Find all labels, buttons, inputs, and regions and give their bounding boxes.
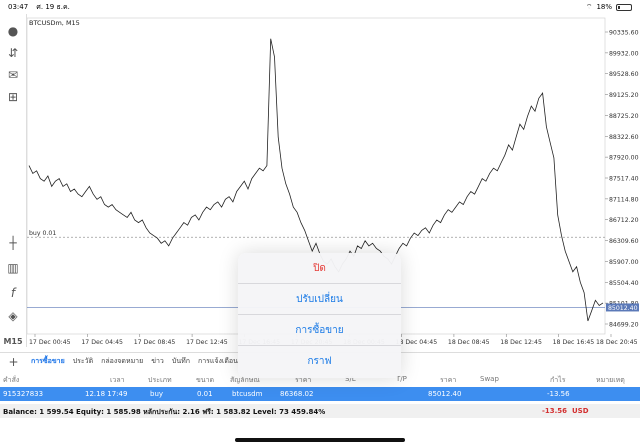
chat-icon[interactable]: ✉ xyxy=(4,66,22,84)
y-tick-label: 87114.80 xyxy=(609,196,639,203)
y-tick-label: 85907.00 xyxy=(609,259,639,266)
menu-trade[interactable]: การซื้อขาย xyxy=(238,315,401,346)
y-tick-label: 89125.20 xyxy=(609,92,639,99)
tab-mailbox[interactable]: กล่องจดหมาย xyxy=(97,356,147,367)
tab-history[interactable]: ประวัติ xyxy=(69,356,97,367)
position-time: 12.18 17:49 xyxy=(85,390,128,398)
position-price: 85012.40 xyxy=(428,390,462,398)
objects-icon[interactable]: ◈ xyxy=(4,307,22,325)
x-tick-label: 18 Dec 20:45 xyxy=(596,339,638,346)
tab-trade[interactable]: การซื้อขาย xyxy=(27,356,69,367)
status-date: ศ. 19 ธ.ค. xyxy=(36,2,70,11)
add-indicator-icon[interactable]: ⊞ xyxy=(4,88,22,106)
buy-level-label: buy 0.01 xyxy=(29,230,56,237)
y-tick-label: 89528.60 xyxy=(609,71,639,78)
balance-profit: -13.56 xyxy=(542,407,568,415)
candles-icon[interactable]: ▥ xyxy=(4,259,22,277)
position-symbol: btcusdm xyxy=(232,390,263,398)
y-tick-label: 87517.40 xyxy=(609,176,639,183)
timeframe-m15[interactable]: M15 xyxy=(3,332,22,350)
position-context-menu: ปิด ปรับเปลี่ยน การซื้อขาย กราฟ xyxy=(238,253,401,378)
chart-toolbar: ● ⇵ ✉ ⊞ ┼ ▥ f ◈ M15 xyxy=(0,14,27,347)
col-price: ราคา xyxy=(440,376,457,384)
status-time: 03:47 xyxy=(8,2,29,11)
y-tick-label: 88725.20 xyxy=(609,113,639,120)
tab-alerts[interactable]: การแจ้งเตือน xyxy=(194,356,242,367)
bottom-area xyxy=(0,418,640,447)
home-indicator[interactable] xyxy=(235,438,405,442)
y-tick-label: 85504.40 xyxy=(609,280,639,287)
col-swap: Swap xyxy=(480,375,499,383)
position-ticket: 915327833 xyxy=(3,390,44,398)
col-type: ประเภท xyxy=(148,376,172,384)
menu-close[interactable]: ปิด xyxy=(238,253,401,284)
status-bar: 03:47 ศ. 19 ธ.ค. ⌔ 18% xyxy=(0,0,640,14)
position-open-price: 86368.02 xyxy=(280,390,314,398)
y-tick-label: 88322.60 xyxy=(609,134,639,141)
x-tick-label: 18 Dec 04:45 xyxy=(396,339,438,346)
x-tick-label: 17 Dec 12:45 xyxy=(186,339,228,346)
add-icon[interactable]: + xyxy=(0,355,27,369)
x-tick-label: 17 Dec 04:45 xyxy=(81,339,123,346)
col-volume: ขนาด xyxy=(196,376,215,384)
position-row[interactable]: 915327833 12.18 17:49 buy 0.01 btcusdm 8… xyxy=(0,387,640,401)
balance-text: Balance: 1 599.54 Equity: 1 585.98 หลักป… xyxy=(3,408,326,416)
menu-modify[interactable]: ปรับเปลี่ยน xyxy=(238,284,401,315)
col-comment: หมายเหตุ xyxy=(596,376,625,384)
y-tick-label: 84699.20 xyxy=(609,322,639,329)
position-type: buy xyxy=(150,390,164,398)
menu-chart[interactable]: กราฟ xyxy=(238,346,401,377)
x-tick-label: 17 Dec 08:45 xyxy=(134,339,176,346)
x-tick-label: 18 Dec 12:45 xyxy=(500,339,542,346)
tab-journal[interactable]: บันทึก xyxy=(168,356,194,367)
x-tick-label: 18 Dec 16:45 xyxy=(553,339,595,346)
col-ticket: คำสั่ง xyxy=(3,376,20,384)
y-tick-label: 89932.00 xyxy=(609,50,639,57)
trade-icon[interactable]: ⇵ xyxy=(4,44,22,62)
position-profit: -13.56 xyxy=(547,390,570,398)
y-tick-label: 87920.00 xyxy=(609,155,639,162)
wifi-icon: ⌔ xyxy=(585,2,593,11)
chart-symbol-label: BTCUSDm, M15 xyxy=(29,19,80,27)
position-volume: 0.01 xyxy=(197,390,213,398)
balance-currency: USD xyxy=(572,407,589,415)
x-tick-label: 18 Dec 08:45 xyxy=(448,339,490,346)
current-price-label: 85012.40 xyxy=(608,305,638,312)
y-tick-label: 86712.20 xyxy=(609,217,639,224)
tab-news[interactable]: ข่าว xyxy=(147,356,168,367)
col-profit: กำไร xyxy=(550,376,566,384)
account-icon[interactable]: ● xyxy=(4,22,22,40)
battery-percent: 18% xyxy=(596,3,612,11)
balance-bar: Balance: 1 599.54 Equity: 1 585.98 หลักป… xyxy=(0,404,640,418)
col-time: เวลา xyxy=(110,376,125,384)
y-tick-label: 90335.60 xyxy=(609,30,639,37)
crosshair-icon[interactable]: ┼ xyxy=(4,234,22,252)
x-tick-label: 17 Dec 00:45 xyxy=(29,339,71,346)
battery-icon xyxy=(616,3,632,11)
function-icon[interactable]: f xyxy=(4,284,22,302)
y-tick-label: 86309.60 xyxy=(609,238,639,245)
